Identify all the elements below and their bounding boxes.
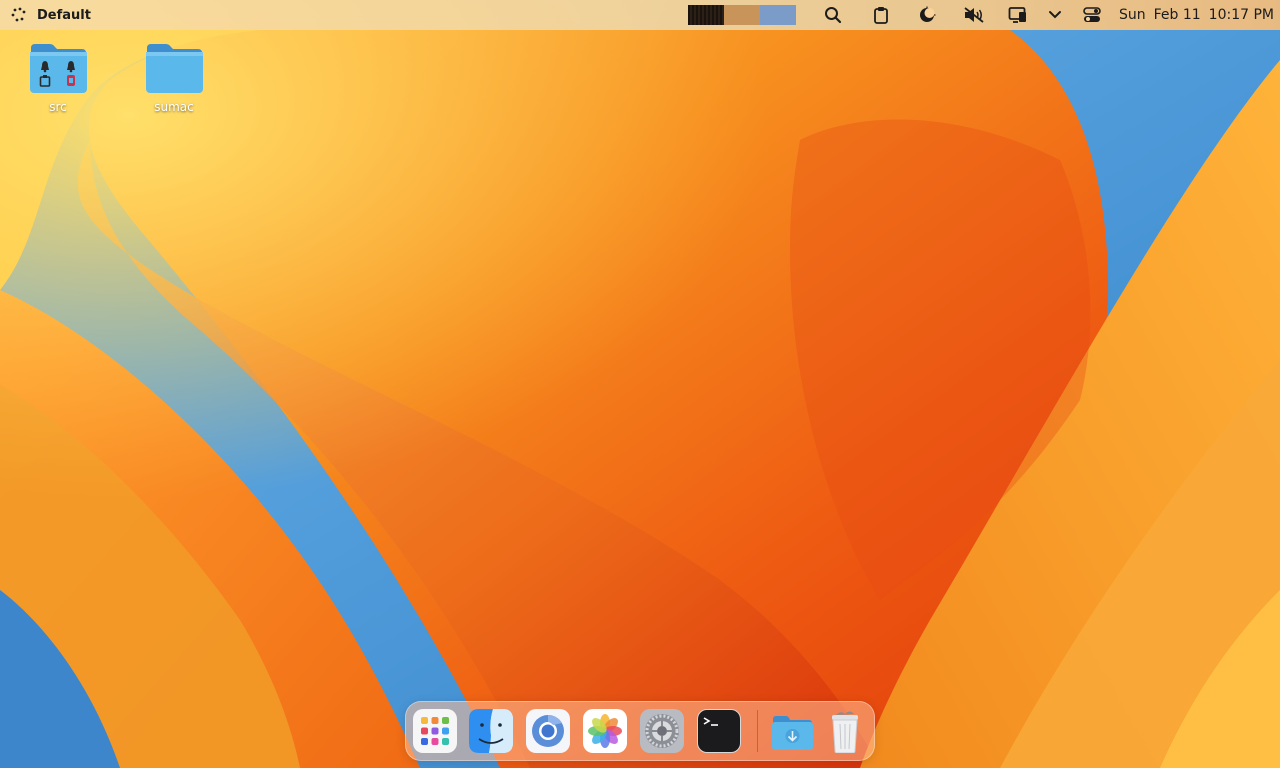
dock-separator (757, 710, 758, 752)
apps-grid-icon[interactable] (10, 6, 28, 24)
profile-label[interactable]: Default (37, 8, 91, 23)
desktop-icon-src[interactable]: src (18, 42, 98, 114)
clock-time: 10:17 PM (1208, 7, 1274, 23)
workspace-2[interactable] (724, 5, 760, 25)
workspace-1[interactable] (688, 5, 724, 25)
desktop-wallpaper (0, 0, 1280, 768)
control-center-icon[interactable] (1082, 5, 1102, 25)
photos-icon[interactable] (583, 709, 627, 753)
folder-icon (144, 42, 204, 94)
desktop-icon-label: src (49, 100, 67, 114)
settings-gear-icon[interactable] (640, 709, 684, 753)
night-light-icon[interactable] (917, 5, 937, 25)
launchpad-icon[interactable] (413, 709, 457, 753)
desktop-icon-label: sumac (154, 100, 194, 114)
desktop-icon-sumac[interactable]: sumac (134, 42, 214, 114)
clipboard-icon[interactable] (871, 5, 891, 25)
dock (405, 701, 875, 761)
clock[interactable]: Sun Feb 11 10:17 PM (1119, 0, 1274, 30)
terminal-icon[interactable] (697, 709, 741, 753)
top-menu-bar: Default Sun Feb 11 10:17 PM (0, 0, 1280, 30)
folder-with-emblems-icon (28, 42, 88, 94)
workspace-3[interactable] (760, 5, 796, 25)
chevron-down-icon[interactable] (1045, 5, 1065, 25)
clock-date: Feb 11 (1153, 7, 1201, 23)
downloads-folder-icon[interactable] (770, 709, 814, 753)
screen-share-icon[interactable] (1008, 5, 1028, 25)
search-icon[interactable] (823, 5, 843, 25)
volume-muted-icon[interactable] (962, 5, 986, 25)
trash-icon[interactable] (823, 709, 867, 754)
chromium-icon[interactable] (526, 709, 570, 753)
workspace-switcher (688, 5, 796, 25)
clock-day: Sun (1118, 7, 1146, 23)
finder-icon[interactable] (469, 709, 513, 753)
